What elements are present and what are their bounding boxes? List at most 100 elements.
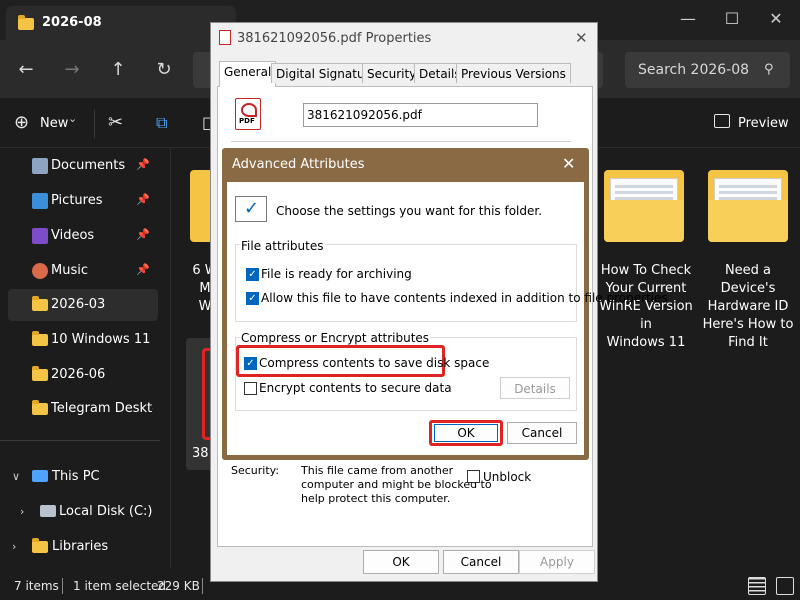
unblock-label[interactable]: Unblock	[483, 470, 531, 484]
folder-icon	[32, 296, 48, 313]
chevron-down-icon[interactable]: ∨	[12, 470, 20, 483]
cancel-button[interactable]: Cancel	[443, 550, 519, 574]
sidebar-item-2026-06[interactable]: 2026-06	[8, 359, 158, 391]
up-arrow-icon[interactable]: ↑	[106, 58, 130, 82]
unblock-checkbox[interactable]	[467, 470, 480, 483]
file-attributes-group	[235, 244, 577, 322]
pin-icon[interactable]: 📌	[136, 158, 150, 171]
preview-pane-icon[interactable]	[714, 114, 730, 128]
filename-field[interactable]: 381621092056.pdf	[303, 103, 538, 127]
details-view-icon[interactable]	[748, 577, 766, 595]
folder-label-hardware-id[interactable]: Need a Device's Hardware ID Here's How t…	[700, 262, 796, 352]
explorer-tab[interactable]: 2026-08	[6, 6, 236, 40]
folder-thumbnail-winre[interactable]	[604, 170, 684, 242]
minimize-button[interactable]: —	[668, 6, 708, 32]
preview-button[interactable]: Preview	[738, 116, 789, 131]
properties-title: 381621092056.pdf Properties	[237, 31, 432, 46]
sidebar-item-music[interactable]: Music 📌	[8, 255, 158, 287]
close-icon[interactable]: ✕	[562, 154, 575, 173]
chevron-right-icon[interactable]: ›	[20, 505, 24, 518]
pin-icon[interactable]: 📌	[136, 228, 150, 241]
sidebar-item-label: 2026-06	[51, 367, 106, 382]
sidebar-item-2026-03[interactable]: 2026-03	[8, 289, 158, 321]
documents-icon	[32, 158, 48, 174]
computer-icon	[32, 470, 48, 482]
archiving-checkbox[interactable]	[246, 268, 259, 281]
compress-label[interactable]: Compress contents to save disk space	[259, 356, 489, 370]
sidebar-item-videos[interactable]: Videos 📌	[8, 220, 158, 252]
plus-circle-icon[interactable]: ⊕	[14, 112, 29, 133]
refresh-icon[interactable]: ↻	[152, 58, 176, 82]
close-button[interactable]: ✕	[756, 6, 796, 32]
compress-checkbox[interactable]	[244, 357, 257, 370]
details-button[interactable]: Details	[500, 377, 570, 399]
divider	[231, 141, 571, 142]
label-line: Hardware ID	[707, 299, 789, 314]
folder-label-winre[interactable]: How To Check Your Current WinRE Version …	[598, 262, 694, 352]
back-arrow-icon[interactable]: ←	[14, 58, 38, 82]
tab-title: 2026-08	[42, 15, 102, 30]
cut-icon[interactable]: ✂	[108, 112, 123, 133]
sidebar-divider	[0, 440, 160, 441]
intro-text: Choose the settings you want for this fo…	[276, 204, 543, 218]
ok-button[interactable]: OK	[363, 550, 439, 574]
file-attributes-heading: File attributes	[240, 239, 325, 253]
encrypt-label[interactable]: Encrypt contents to secure data	[259, 381, 452, 395]
sidebar-item-telegram-desktop[interactable]: Telegram Desktop	[8, 393, 158, 425]
label-line: Need a Device's	[720, 263, 776, 296]
sidebar-item-local-disk[interactable]: Local Disk (C:)	[59, 504, 152, 519]
folder-icon	[32, 331, 48, 348]
cancel-button[interactable]: Cancel	[507, 422, 577, 444]
indexing-label[interactable]: Allow this file to have contents indexed…	[261, 291, 668, 305]
dialog-body: Choose the settings you want for this fo…	[227, 182, 668, 455]
ok-button[interactable]: OK	[434, 424, 498, 442]
text-line: computer and might be blocked to	[301, 478, 492, 491]
sidebar-item-label: Telegram Desktop	[51, 401, 153, 416]
label-line: Find It	[728, 335, 768, 350]
pin-icon[interactable]: 📌	[136, 263, 150, 276]
advanced-attributes-dialog: Advanced Attributes ✕ Choose the setting…	[222, 148, 668, 460]
pdf-icon-text: PDF	[239, 117, 255, 125]
sidebar-item-pictures[interactable]: Pictures 📌	[8, 185, 158, 217]
sidebar-item-windows11-settings[interactable]: 10 Windows 11 Setti	[8, 324, 158, 356]
sidebar-item-documents[interactable]: Documents 📌	[8, 150, 158, 182]
status-divider	[62, 578, 63, 594]
drive-icon	[40, 505, 56, 517]
folder-icon	[18, 15, 34, 30]
new-button[interactable]: New	[40, 116, 68, 131]
item-count: 7 items	[14, 579, 59, 593]
folder-icon	[32, 400, 48, 417]
mouse-cursor-icon	[446, 371, 454, 387]
copy-icon[interactable]: ⧉	[156, 113, 167, 133]
close-icon[interactable]: ✕	[575, 29, 588, 47]
divider	[94, 110, 95, 138]
search-placeholder: Search 2026-08	[638, 62, 750, 78]
pin-icon[interactable]: 📌	[136, 193, 150, 206]
folder-thumbnail-hardware-id[interactable]	[708, 170, 788, 242]
sidebar-item-this-pc[interactable]: This PC	[52, 469, 100, 484]
text-line: help protect this computer.	[301, 492, 451, 505]
indexing-checkbox[interactable]	[246, 292, 259, 305]
status-divider	[202, 578, 203, 594]
search-icon[interactable]: ⚲	[764, 62, 774, 77]
tab-general[interactable]: General	[219, 61, 277, 87]
folder-icon	[32, 366, 48, 383]
sidebar-item-libraries[interactable]: Libraries	[52, 539, 108, 554]
libraries-icon	[32, 538, 48, 553]
selected-size: 229 KB	[157, 579, 200, 593]
maximize-button[interactable]: ☐	[712, 6, 752, 32]
pane-divider	[170, 148, 171, 568]
tab-previous-versions[interactable]: Previous Versions	[456, 63, 571, 83]
chevron-down-icon[interactable]: ⌄	[68, 112, 77, 125]
tab-security[interactable]: Security	[362, 63, 422, 83]
large-icons-view-icon[interactable]	[776, 577, 794, 595]
archiving-label[interactable]: File is ready for archiving	[261, 267, 412, 281]
chevron-right-icon[interactable]: ›	[12, 540, 16, 553]
apply-button[interactable]: Apply	[519, 550, 595, 574]
encrypt-checkbox[interactable]	[244, 382, 257, 395]
selected-count: 1 item selected	[73, 579, 167, 593]
sidebar-item-label: 10 Windows 11 Setti	[51, 332, 153, 347]
forward-arrow-icon[interactable]: →	[60, 58, 84, 82]
pdf-file-icon	[219, 30, 231, 45]
text-line: This file came from another	[301, 464, 454, 477]
